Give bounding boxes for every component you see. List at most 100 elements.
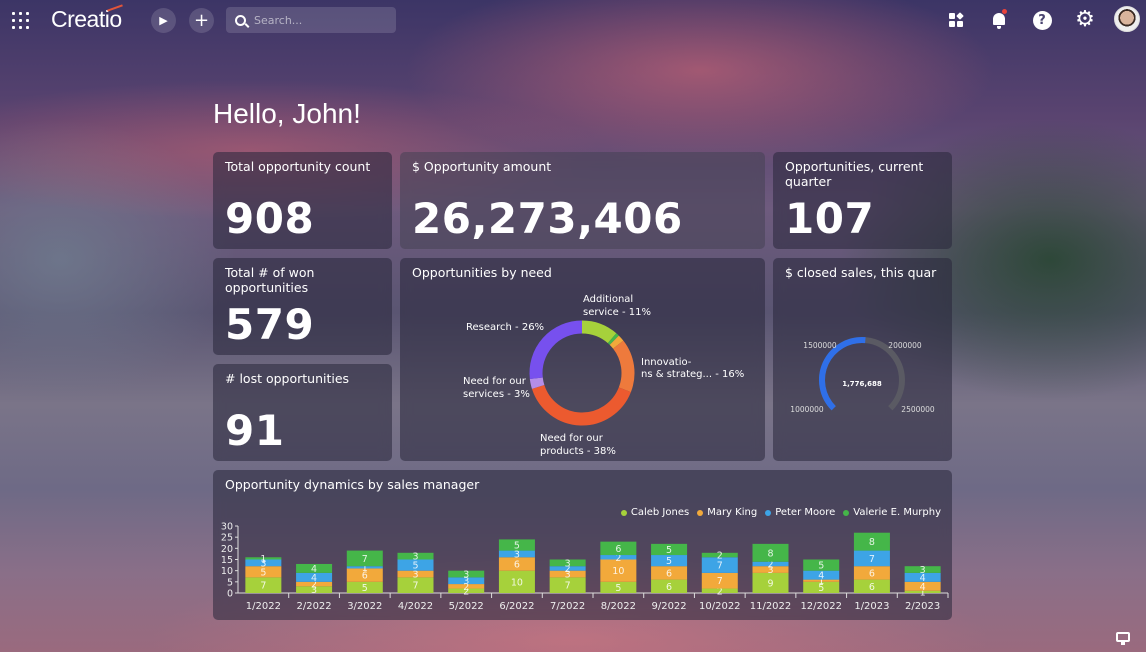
bar-data-label: 8 bbox=[767, 548, 773, 559]
gauge-tick-label: 1000000 bbox=[790, 405, 824, 414]
gauge-tick-label: 1500000 bbox=[803, 341, 837, 350]
bar-data-label: 1 bbox=[260, 554, 266, 565]
opportunities-by-need-card[interactable]: Opportunities by need Additional service… bbox=[400, 258, 765, 461]
label-additional-line1: Additional bbox=[583, 294, 633, 305]
bar-data-label: 5 bbox=[362, 583, 368, 594]
donut-slice-research[interactable] bbox=[529, 320, 583, 379]
total-opportunity-count-card[interactable]: Total opportunity count 908 bbox=[213, 152, 392, 249]
donut-slice-other-small-2-[interactable] bbox=[609, 335, 624, 349]
legend-label: Caleb Jones bbox=[630, 507, 690, 518]
y-tick-label: 20 bbox=[221, 544, 233, 555]
y-tick-label: 15 bbox=[221, 555, 233, 566]
bar-data-label: 3 bbox=[920, 565, 926, 576]
bar-data-label: 10 bbox=[612, 566, 624, 577]
y-tick-label: 25 bbox=[221, 533, 233, 544]
bar-data-label: 10 bbox=[511, 577, 523, 588]
x-tick-label: 4/2022 bbox=[398, 601, 433, 612]
closed-sales-gauge-card[interactable]: $ closed sales, this quar 1,776,688 1000… bbox=[773, 258, 952, 461]
donut-slice-additional-service[interactable] bbox=[581, 320, 617, 344]
opportunities-current-quarter-card[interactable]: Opportunities, current quarter 107 bbox=[773, 152, 952, 249]
search-icon bbox=[235, 14, 246, 26]
won-opportunities-card[interactable]: Total # of won opportunities 579 bbox=[213, 258, 392, 355]
apps-grid-icon[interactable] bbox=[12, 12, 29, 29]
bar-data-label: 7 bbox=[362, 554, 368, 565]
plus-icon: + bbox=[193, 10, 210, 31]
legend-item-mary-king[interactable]: Mary King bbox=[697, 507, 757, 518]
donut-chart: Additional service - 11% Research - 26% … bbox=[463, 294, 744, 457]
metric-value: 908 bbox=[225, 194, 315, 243]
metric-value: 579 bbox=[225, 300, 315, 349]
donut-slice-need-for-our-services[interactable] bbox=[529, 377, 545, 389]
legend-label: Peter Moore bbox=[775, 507, 836, 518]
label-research: Research - 26% bbox=[466, 322, 544, 333]
x-tick-label: 8/2022 bbox=[601, 601, 636, 612]
legend-item-valerie-murphy[interactable]: Valerie E. Murphy bbox=[843, 507, 941, 518]
lost-opportunities-card[interactable]: # lost opportunities 91 bbox=[213, 364, 392, 461]
bar-data-label: 6 bbox=[869, 582, 875, 593]
bar-data-label: 5 bbox=[615, 583, 621, 594]
dashboard-grid-icon bbox=[948, 11, 964, 28]
x-tick-label: 1/2023 bbox=[854, 601, 889, 612]
metric-value: 107 bbox=[785, 194, 875, 243]
donut-slice-other-small-[interactable] bbox=[607, 333, 619, 345]
label-products-line1: Need for our bbox=[540, 433, 604, 444]
bar-data-label: 3 bbox=[565, 558, 571, 569]
bell-icon bbox=[993, 13, 1005, 29]
bar-data-label: 5 bbox=[818, 561, 824, 572]
x-tick-label: 2/2022 bbox=[296, 601, 331, 612]
legend-label: Valerie E. Murphy bbox=[853, 507, 941, 518]
label-products-line2: products - 38% bbox=[540, 446, 616, 457]
legend-item-peter-moore[interactable]: Peter Moore bbox=[765, 507, 835, 518]
feedback-icon[interactable] bbox=[1116, 632, 1130, 645]
bar-data-label: 7 bbox=[717, 576, 723, 587]
bar-data-label: 6 bbox=[514, 559, 520, 570]
metric-value: 91 bbox=[225, 406, 285, 455]
legend-item-caleb-jones[interactable]: Caleb Jones bbox=[620, 507, 690, 518]
avatar[interactable] bbox=[1114, 6, 1140, 32]
y-tick-label: 30 bbox=[221, 522, 233, 533]
donut-slice-need-for-our-products[interactable] bbox=[531, 384, 631, 426]
dashboard-grid-button[interactable] bbox=[946, 10, 966, 30]
add-button[interactable]: + bbox=[189, 8, 214, 33]
play-icon: ▶ bbox=[159, 14, 168, 27]
card-title: Opportunities, current quarter bbox=[785, 159, 924, 189]
legend-dot bbox=[697, 509, 704, 516]
run-process-button[interactable]: ▶ bbox=[151, 8, 176, 33]
label-additional-line2: service - 11% bbox=[583, 307, 651, 318]
chart-legend: Caleb Jones Mary King Peter Moore Valeri… bbox=[620, 507, 941, 518]
donut-slice-innovations-strategy[interactable] bbox=[612, 340, 635, 393]
help-button[interactable]: ? bbox=[1032, 10, 1052, 30]
legend-label: Mary King bbox=[707, 507, 758, 518]
card-title: Total # of won opportunities bbox=[225, 265, 315, 295]
x-tick-label: 2/2023 bbox=[905, 601, 940, 612]
label-services-line1: Need for our bbox=[463, 376, 527, 387]
help-icon: ? bbox=[1032, 10, 1052, 30]
opportunity-dynamics-card[interactable]: Opportunity dynamics by sales manager Ca… bbox=[213, 470, 952, 620]
top-bar: Creatio ▶ + ? ⚙ bbox=[0, 0, 1146, 40]
gauge-chart: 1,776,688 1000000 1500000 2000000 250000… bbox=[790, 337, 935, 414]
bar-data-label: 7 bbox=[260, 581, 266, 592]
search-input[interactable] bbox=[254, 13, 384, 27]
chart-title: Opportunities by need bbox=[412, 265, 552, 280]
bar-data-label: 7 bbox=[717, 561, 723, 572]
bar-data-label: 6 bbox=[615, 544, 621, 555]
bar-data-label: 7 bbox=[412, 581, 418, 592]
search-box[interactable] bbox=[226, 7, 396, 33]
stacked-bar-chart: 0510152025301/202275312/202232443/202256… bbox=[221, 522, 949, 612]
bar-data-label: 4 bbox=[311, 564, 317, 575]
bar-data-label: 6 bbox=[666, 568, 672, 579]
bar-data-label: 9 bbox=[767, 578, 773, 589]
bar-data-label: 6 bbox=[869, 568, 875, 579]
notifications-button[interactable] bbox=[989, 9, 1009, 30]
metric-value: 26,273,406 bbox=[412, 194, 683, 243]
bar-data-label: 4 bbox=[818, 571, 824, 582]
y-tick-label: 10 bbox=[221, 566, 233, 577]
settings-button[interactable]: ⚙ bbox=[1075, 9, 1095, 31]
bar-data-label: 3 bbox=[463, 570, 469, 581]
opportunity-amount-card[interactable]: $ Opportunity amount 26,273,406 bbox=[400, 152, 765, 249]
legend-dot bbox=[765, 509, 772, 516]
x-tick-label: 11/2022 bbox=[750, 601, 792, 612]
x-tick-label: 12/2022 bbox=[800, 601, 842, 612]
card-title: # lost opportunities bbox=[225, 371, 350, 386]
gauge-value-label: 1,776,688 bbox=[842, 380, 882, 388]
